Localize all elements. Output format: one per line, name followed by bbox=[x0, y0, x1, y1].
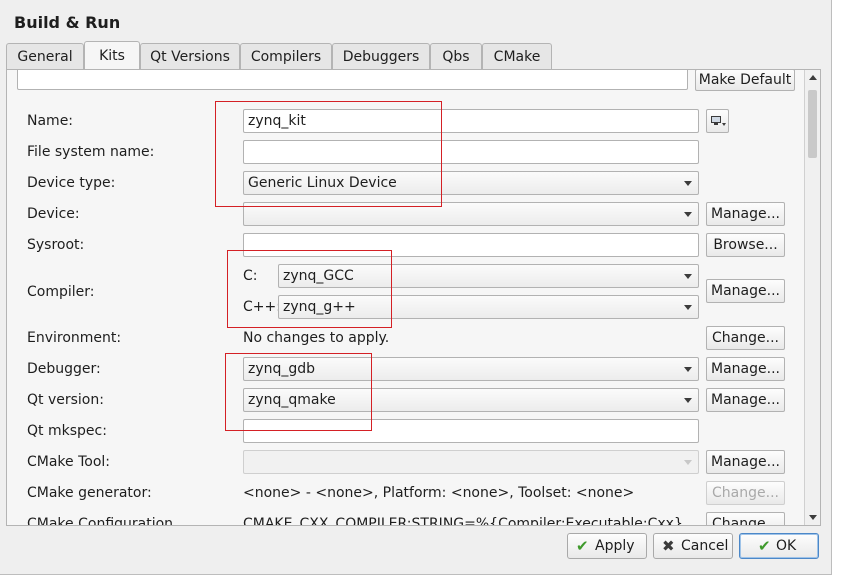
file-system-name-label: File system name: bbox=[27, 144, 155, 160]
monitor-icon bbox=[711, 116, 726, 126]
kit-list[interactable] bbox=[17, 70, 688, 90]
vertical-scrollbar[interactable] bbox=[804, 70, 820, 525]
compiler-c-label: C: bbox=[243, 268, 258, 284]
device-type-combo[interactable]: Generic Linux Device bbox=[243, 171, 699, 195]
tab-debuggers[interactable]: Debuggers bbox=[332, 43, 430, 69]
chevron-down-icon bbox=[684, 367, 692, 372]
environment-label: Environment: bbox=[27, 330, 122, 346]
name-label: Name: bbox=[27, 113, 74, 129]
sysroot-field[interactable] bbox=[243, 233, 699, 257]
environment-value: No changes to apply. bbox=[243, 330, 390, 346]
tab-qt-versions[interactable]: Qt Versions bbox=[140, 43, 240, 69]
checkmark-icon: ✔ bbox=[758, 537, 771, 555]
cmake-tool-combo[interactable] bbox=[243, 450, 699, 474]
tab-compilers[interactable]: Compilers bbox=[240, 43, 332, 69]
ok-button[interactable]: ✔ OK bbox=[739, 533, 819, 559]
sysroot-label: Sysroot: bbox=[27, 237, 85, 253]
chevron-down-icon bbox=[684, 398, 692, 403]
tab-kits[interactable]: Kits bbox=[84, 41, 140, 69]
kit-details-scroll-area: Make Default Name: zynq_kit File system … bbox=[7, 70, 804, 525]
qt-mkspec-field[interactable] bbox=[243, 419, 699, 443]
device-type-value: Generic Linux Device bbox=[248, 175, 397, 191]
qt-version-combo[interactable]: zynq_qmake bbox=[243, 388, 699, 412]
name-field[interactable]: zynq_kit bbox=[243, 109, 699, 133]
chevron-down-icon bbox=[684, 181, 692, 186]
scrollbar-thumb[interactable] bbox=[808, 90, 817, 158]
debugger-value: zynq_gdb bbox=[248, 361, 316, 377]
build-run-dialog: Build & Run General Kits Qt Versions Com… bbox=[0, 0, 832, 575]
compiler-c-combo[interactable]: zynq_GCC bbox=[278, 264, 699, 288]
compiler-label: Compiler: bbox=[27, 284, 95, 300]
chevron-down-icon bbox=[684, 274, 692, 279]
cmake-tool-label: CMake Tool: bbox=[27, 454, 111, 470]
x-mark-icon: ✖ bbox=[662, 537, 675, 555]
qt-version-manage-button[interactable]: Manage... bbox=[706, 388, 785, 412]
chevron-down-icon bbox=[684, 460, 692, 465]
tab-qbs[interactable]: Qbs bbox=[430, 43, 482, 69]
device-label: Device: bbox=[27, 206, 80, 222]
apply-label: Apply bbox=[595, 538, 635, 554]
make-default-button[interactable]: Make Default bbox=[695, 70, 795, 91]
cmake-tool-manage-button[interactable]: Manage... bbox=[706, 450, 785, 474]
cmake-configuration-label: CMake Configuration bbox=[27, 516, 174, 525]
qt-mkspec-label: Qt mkspec: bbox=[27, 423, 107, 439]
compiler-manage-button[interactable]: Manage... bbox=[706, 279, 785, 303]
device-combo[interactable] bbox=[243, 202, 699, 226]
cmake-configuration-value: CMAKE_CXX_COMPILER:STRING=%{Compiler:Exe… bbox=[243, 516, 683, 525]
device-icon-button[interactable] bbox=[706, 109, 729, 133]
cmake-configuration-change-button[interactable]: Change... bbox=[706, 512, 785, 525]
cmake-generator-change-button[interactable]: Change... bbox=[706, 481, 785, 505]
cancel-label: Cancel bbox=[681, 538, 729, 554]
debugger-manage-button[interactable]: Manage... bbox=[706, 357, 785, 381]
chevron-down-icon bbox=[684, 212, 692, 217]
cancel-button[interactable]: ✖ Cancel bbox=[653, 533, 733, 559]
cmake-generator-value: <none> - <none>, Platform: <none>, Tools… bbox=[243, 485, 635, 501]
qt-version-label: Qt version: bbox=[27, 392, 104, 408]
cmake-generator-label: CMake generator: bbox=[27, 485, 152, 501]
device-type-label: Device type: bbox=[27, 175, 116, 191]
tab-general[interactable]: General bbox=[6, 43, 84, 69]
scroll-up-arrow-icon[interactable] bbox=[809, 75, 817, 80]
kits-panel: Make Default Name: zynq_kit File system … bbox=[6, 69, 821, 526]
environment-change-button[interactable]: Change... bbox=[706, 326, 785, 350]
compiler-cpp-label: C++: bbox=[243, 299, 281, 315]
chevron-down-icon bbox=[684, 305, 692, 310]
dialog-title: Build & Run bbox=[14, 13, 121, 32]
apply-button[interactable]: ✔ Apply bbox=[567, 533, 647, 559]
debugger-combo[interactable]: zynq_gdb bbox=[243, 357, 699, 381]
debugger-label: Debugger: bbox=[27, 361, 101, 377]
ok-label: OK bbox=[776, 538, 797, 554]
tab-cmake[interactable]: CMake bbox=[482, 43, 552, 69]
compiler-cpp-value: zynq_g++ bbox=[283, 299, 356, 315]
checkmark-icon: ✔ bbox=[576, 537, 589, 555]
qt-version-value: zynq_qmake bbox=[248, 392, 336, 408]
compiler-c-value: zynq_GCC bbox=[283, 268, 354, 284]
compiler-cpp-combo[interactable]: zynq_g++ bbox=[278, 295, 699, 319]
file-system-name-field[interactable] bbox=[243, 140, 699, 164]
scroll-down-arrow-icon[interactable] bbox=[809, 515, 817, 520]
device-manage-button[interactable]: Manage... bbox=[706, 202, 785, 226]
sysroot-browse-button[interactable]: Browse... bbox=[706, 233, 785, 257]
